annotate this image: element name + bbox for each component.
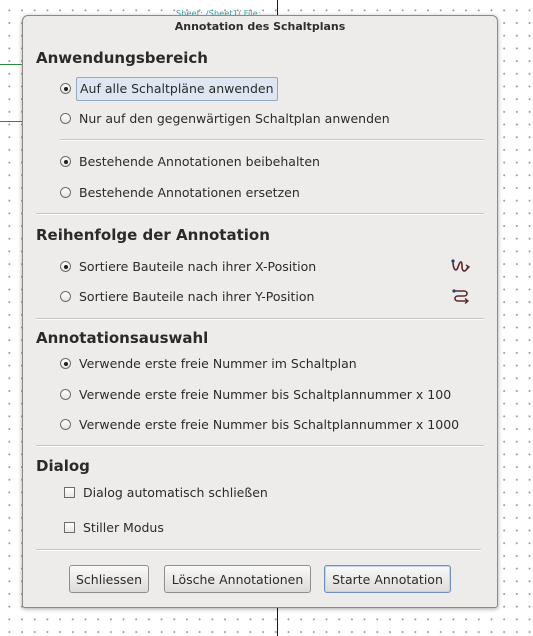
schematic-wire-top — [0, 64, 22, 65]
sort-by-x-icon — [451, 259, 471, 272]
section-title-order: Reihenfolge der Annotation — [36, 226, 270, 244]
radio-indicator[interactable] — [60, 187, 71, 198]
radio-indicator[interactable] — [60, 83, 71, 94]
radio-indicator[interactable] — [60, 389, 71, 400]
schematic-wire-middle — [0, 121, 22, 122]
radio-indicator[interactable] — [60, 156, 71, 167]
radio-indicator[interactable] — [60, 291, 71, 302]
sort-by-y-icon — [452, 289, 470, 305]
checkbox-label: Dialog automatisch schließen — [83, 485, 268, 500]
section-divider — [36, 213, 484, 215]
section-divider — [36, 445, 484, 447]
annotation-dialog: Annotation des Schaltplans Anwendungsber… — [22, 15, 498, 608]
dialog-title: Annotation des Schaltplans — [174, 20, 346, 33]
radio-label: Sortiere Bauteile nach ihrer Y-Position — [79, 289, 315, 304]
start-annotation-button[interactable]: Starte Annotation — [324, 565, 451, 593]
radio-label: Verwende erste freie Nummer bis Schaltpl… — [79, 417, 460, 432]
close-button[interactable]: Schliessen — [69, 565, 149, 593]
divider — [60, 139, 484, 141]
radio-label: Sortiere Bauteile nach ihrer X-Position — [79, 259, 317, 274]
section-divider — [36, 318, 484, 320]
checkbox-indicator[interactable] — [64, 487, 75, 498]
radio-label: Verwende erste freie Nummer bis Schaltpl… — [79, 387, 452, 402]
button-row-divider — [36, 549, 481, 551]
checkbox-indicator[interactable] — [64, 522, 75, 533]
radio-label: Bestehende Annotationen ersetzen — [79, 185, 300, 200]
radio-label: Auf alle Schaltpläne anwenden — [76, 77, 278, 101]
checkbox-label: Stiller Modus — [83, 520, 164, 535]
section-title-scope: Anwendungsbereich — [36, 49, 208, 67]
radio-indicator[interactable] — [60, 419, 71, 430]
radio-label: Bestehende Annotationen beibehalten — [79, 154, 320, 169]
radio-indicator[interactable] — [60, 358, 71, 369]
radio-label: Nur auf den gegenwärtigen Schaltplan anw… — [79, 111, 390, 126]
radio-label: Verwende erste freie Nummer im Schaltpla… — [79, 356, 357, 371]
radio-indicator[interactable] — [60, 261, 71, 272]
radio-indicator[interactable] — [60, 113, 71, 124]
clear-annotations-button[interactable]: Lösche Annotationen — [164, 565, 311, 593]
section-title-dialog: Dialog — [36, 457, 90, 475]
section-title-selection: Annotationsauswahl — [36, 329, 209, 347]
